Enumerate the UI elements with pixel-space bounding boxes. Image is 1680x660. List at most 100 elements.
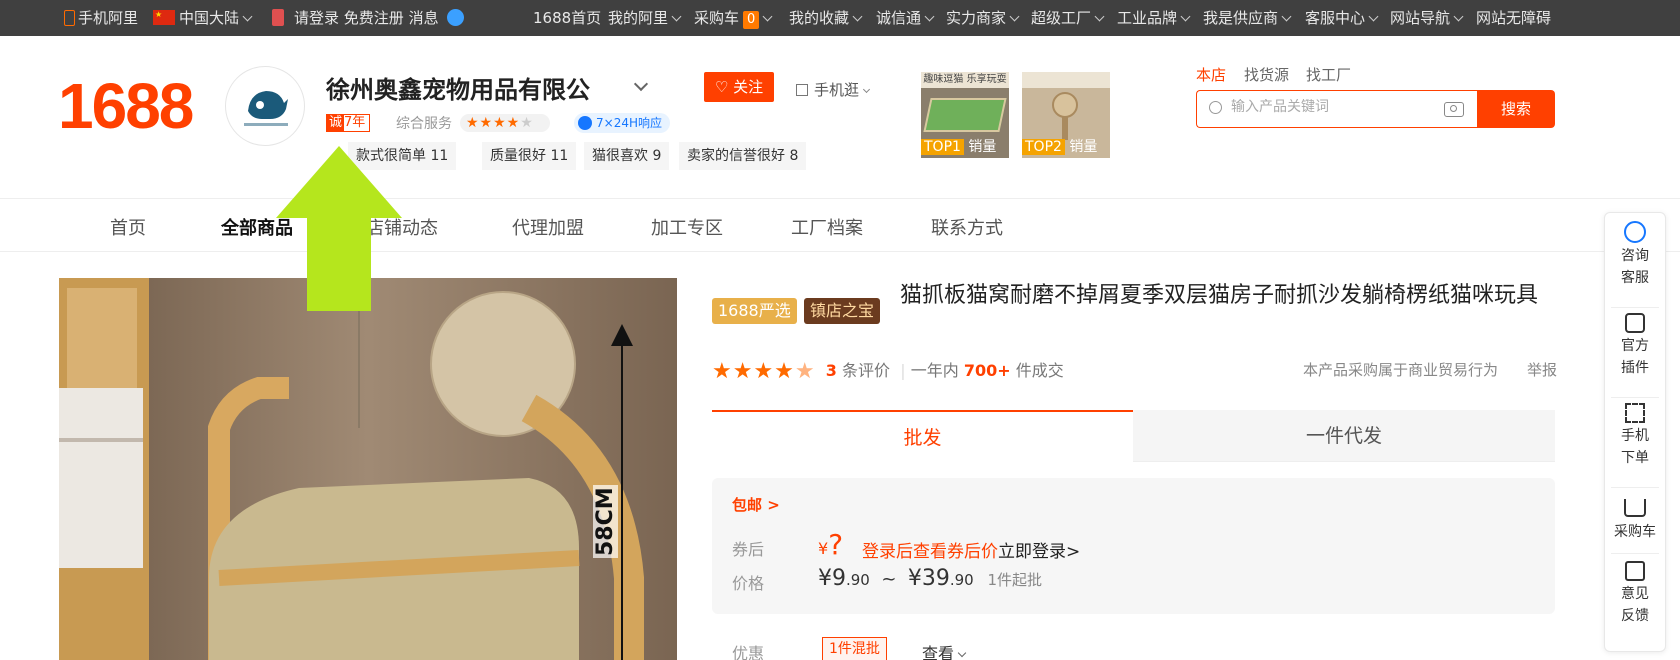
chevron-down-icon (1180, 11, 1191, 22)
official-plugin-button[interactable]: 官方 插件 (1605, 313, 1665, 379)
site-nav-menu[interactable]: 网站导航 (1390, 0, 1464, 36)
favorites-menu[interactable]: 我的收藏 (789, 0, 863, 36)
search-tab-find-source[interactable]: 找货源 (1244, 64, 1289, 85)
green-up-arrow-icon (276, 146, 402, 311)
mobile-order-button[interactable]: 手机 下单 (1605, 403, 1665, 469)
review-tag[interactable]: 猫很喜欢 9 (584, 142, 670, 170)
chevron-down-icon (957, 648, 967, 658)
login-link[interactable]: 请登录 (294, 9, 339, 27)
rating-stars: ★★★★ (712, 359, 795, 384)
sales-count: 700+ (963, 361, 1011, 380)
right-float-toolbar: 咨询 客服 官方 插件 手机 下单 采购车 意见 反馈 (1604, 212, 1666, 652)
mixed-batch-badge: 1件混批 (822, 637, 887, 660)
super-factory-menu[interactable]: 超级工厂 (1031, 0, 1105, 36)
half-star-icon: ★ (794, 359, 816, 384)
shop-logo-icon (244, 91, 288, 126)
puzzle-icon (1625, 313, 1645, 333)
chat-bubble-icon[interactable] (447, 9, 465, 26)
top1-product-thumb[interactable]: 趣味逗猫 乐享玩耍 TOP1 销量 (921, 72, 1009, 158)
cat-bed-thumb-image (923, 98, 1007, 132)
nav-factory-archive[interactable]: 工厂档案 (791, 214, 863, 240)
mobile-ali-link[interactable]: 手机阿里 (64, 0, 138, 36)
trade-note: 本产品采购属于商业贸易行为 (1303, 361, 1499, 379)
view-discount-link[interactable]: 查看 (922, 640, 967, 660)
shop-name[interactable]: 徐州奥鑫宠物用品有限公 (326, 70, 590, 105)
coupon-price-hidden: ¥? (818, 528, 844, 561)
sidebar-cart-button[interactable]: 采购车 (1605, 495, 1665, 543)
my-ali-menu[interactable]: 我的阿里 (608, 0, 682, 36)
chevron-down-icon (1009, 11, 1020, 22)
mobile-browse-link[interactable]: 手机逛 (796, 79, 871, 100)
region-selector[interactable]: ★ 中国大陆 (153, 0, 253, 36)
feedback-button[interactable]: 意见 反馈 (1605, 561, 1665, 627)
chevron-down-icon (1094, 11, 1105, 22)
dimension-label: 58CM (593, 485, 618, 558)
accessibility-link[interactable]: 网站无障碍 (1476, 0, 1551, 36)
tab-dropship[interactable]: 一件代发 (1133, 410, 1555, 462)
price-range: ¥9.90 ~ ¥39.90 1件起批 (818, 566, 1042, 591)
arrow-head-icon (611, 324, 633, 346)
nav-home[interactable]: 首页 (110, 214, 146, 240)
login-now-link[interactable]: 立即登录> (998, 542, 1080, 562)
shop-avatar[interactable] (225, 66, 305, 146)
coupon-label: 券后 (732, 540, 765, 559)
search-tab-this-shop[interactable]: 本店 (1196, 64, 1226, 85)
follow-button[interactable]: ♡ 关注 (704, 72, 774, 102)
grid-icon (796, 84, 808, 96)
product-title: 猫抓板猫窝耐磨不掉屑夏季双层猫房子耐抓沙发躺椅楞纸猫咪玩具 (900, 283, 1539, 308)
register-link[interactable]: 免费注册 (344, 9, 404, 27)
cat-scratcher-photo (59, 278, 677, 660)
messages-link[interactable]: 消息 (409, 9, 439, 27)
login-area: 请登录 免费注册 消息 (272, 0, 465, 36)
search-input[interactable] (1231, 99, 1431, 115)
clock-icon (578, 116, 592, 130)
search-button[interactable]: 搜索 (1477, 90, 1555, 128)
nav-agency[interactable]: 代理加盟 (512, 214, 584, 240)
rating-row: ★★★★★ 3 条评价 | 一年内 700+ 件成交 (712, 359, 1064, 384)
chevron-down-icon (852, 11, 863, 22)
chevron-down-icon (762, 11, 773, 22)
coupon-login-prompt: 登录后查看券后价立即登录> (862, 542, 1081, 562)
strong-merchant-menu[interactable]: 实力商家 (946, 0, 1020, 36)
chengxin-badge: 诚 7年 (326, 114, 371, 132)
scratcher-ball-thumb-image (1052, 92, 1078, 118)
consult-service-button[interactable]: 咨询 客服 (1605, 221, 1665, 289)
chevron-down-icon (1281, 11, 1292, 22)
service-rating: ★★★★★ (460, 114, 550, 132)
chevron-down-icon[interactable] (633, 76, 649, 92)
qr-code-icon (1625, 403, 1645, 423)
camera-icon[interactable] (1444, 102, 1464, 117)
free-shipping-link[interactable]: 包邮 > (732, 494, 780, 515)
main-product-image[interactable]: 58CM (59, 278, 677, 660)
cart-icon (1624, 499, 1646, 517)
review-tag[interactable]: 卖家的信誉很好 8 (679, 142, 807, 170)
cart-link[interactable]: 采购车 0 (694, 0, 773, 36)
industrial-brand-menu[interactable]: 工业品牌 (1117, 0, 1191, 36)
yanxuan-badge: 1688严选 (712, 298, 797, 324)
dimension-arrow (621, 330, 623, 660)
china-flag-icon: ★ (153, 10, 175, 25)
review-tag[interactable]: 质量很好 11 (482, 142, 577, 170)
logo-1688[interactable]: 1688 (58, 70, 194, 142)
phone-icon (64, 10, 75, 26)
chat-icon (1624, 221, 1646, 243)
chengxintong-menu[interactable]: 诚信通 (876, 0, 935, 36)
service-center-menu[interactable]: 客服中心 (1305, 0, 1379, 36)
response-badge: 7×24H响应 (574, 113, 670, 133)
nav-processing[interactable]: 加工专区 (651, 214, 723, 240)
review-count[interactable]: 3 (826, 361, 837, 380)
home-1688-link[interactable]: 1688首页 (533, 0, 601, 36)
top2-product-thumb[interactable]: TOP2 销量 (1022, 72, 1110, 158)
price-box: 包邮 > 券后 ¥? 登录后查看券后价立即登录> 价格 ¥9.90 ~ ¥39.… (712, 478, 1555, 614)
report-link[interactable]: 举报 (1527, 359, 1557, 380)
shop-nav: 首页 全部商品 店铺动态 代理加盟 加工专区 工厂档案 联系方式 (0, 198, 1680, 252)
nav-contact[interactable]: 联系方式 (931, 214, 1003, 240)
chevron-down-icon (242, 11, 253, 22)
chevron-down-icon (862, 85, 871, 94)
chevron-down-icon (1453, 11, 1464, 22)
tab-wholesale[interactable]: 批发 (712, 410, 1133, 462)
supplier-menu[interactable]: 我是供应商 (1203, 0, 1292, 36)
min-order-qty: 1件起批 (987, 571, 1042, 589)
search-tab-find-factory[interactable]: 找工厂 (1306, 64, 1351, 85)
discount-label: 优惠 (732, 644, 765, 660)
